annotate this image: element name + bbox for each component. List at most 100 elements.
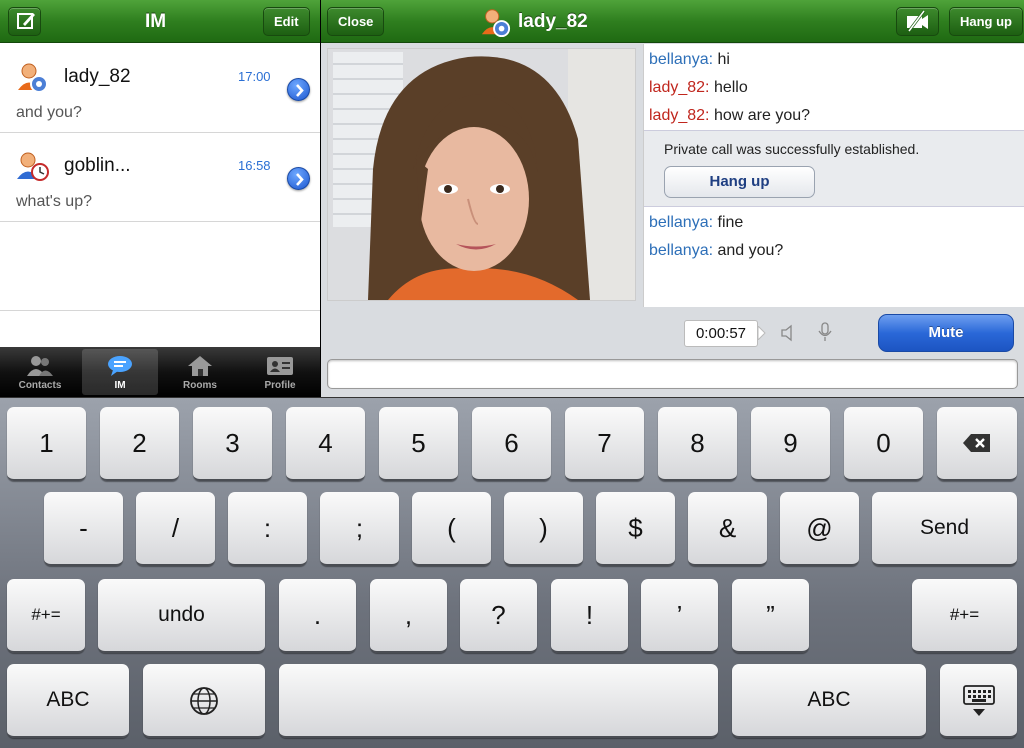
- chat-username: lady_82:: [649, 107, 710, 124]
- key-2[interactable]: 2: [100, 407, 179, 481]
- undo-key[interactable]: undo: [98, 579, 265, 653]
- disclosure-chevron-icon[interactable]: [287, 167, 310, 190]
- message-input[interactable]: [327, 359, 1018, 389]
- disclosure-chevron-icon[interactable]: [287, 78, 310, 101]
- key-3[interactable]: 3: [193, 407, 272, 481]
- contacts-icon: [27, 356, 53, 376]
- conversation-preview: what's up?: [16, 193, 92, 210]
- compose-icon: [17, 13, 35, 29]
- chat-message: bellanya: fine: [649, 214, 743, 232]
- key-colon[interactable]: :: [228, 492, 307, 566]
- call-notice-text: Private call was successfully establishe…: [664, 141, 920, 157]
- key-close-paren[interactable]: ): [504, 492, 583, 566]
- tab-contacts[interactable]: Contacts: [2, 349, 78, 395]
- space-key[interactable]: [279, 664, 718, 738]
- left-nav-title: IM: [145, 11, 167, 32]
- close-button[interactable]: Close: [327, 7, 385, 36]
- tab-label: Contacts: [18, 380, 62, 391]
- speaker-icon[interactable]: [779, 323, 797, 343]
- key-0[interactable]: 0: [844, 407, 923, 481]
- chat-text: and you?: [713, 242, 784, 259]
- conversation-item[interactable]: lady_82 17:00 and you?: [0, 44, 320, 133]
- chat-title: lady_82: [518, 11, 588, 32]
- right-nav-bar: Close lady_82 Hang up: [321, 0, 1024, 43]
- key-ampersand[interactable]: &: [688, 492, 767, 566]
- more-symbols-key[interactable]: #+=: [7, 579, 85, 653]
- key-dollar[interactable]: $: [596, 492, 675, 566]
- key-slash[interactable]: /: [136, 492, 215, 566]
- left-nav-bar: IM Edit: [0, 0, 320, 43]
- key-semicolon[interactable]: ;: [320, 492, 399, 566]
- chat-username: bellanya:: [649, 242, 714, 259]
- key-8[interactable]: 8: [658, 407, 737, 481]
- tab-profile[interactable]: Profile: [242, 349, 318, 395]
- key-at[interactable]: @: [780, 492, 859, 566]
- tab-label: Profile: [264, 380, 296, 391]
- chat-message: lady_82: hello: [649, 79, 748, 97]
- send-key[interactable]: Send: [872, 492, 1017, 566]
- key-period[interactable]: .: [279, 579, 356, 653]
- chat-text: how are you?: [709, 107, 811, 124]
- tab-bar: Contacts IM Rooms Profile: [0, 347, 320, 397]
- on-screen-keyboard: 1 2 3 4 5 6 7 8 9 0 - / : ; ( ) $ & @ Se…: [0, 397, 1024, 748]
- key-exclamation[interactable]: !: [551, 579, 628, 653]
- compose-button[interactable]: [8, 7, 41, 36]
- edit-button[interactable]: Edit: [263, 7, 310, 36]
- conversation-preview: and you?: [16, 104, 82, 121]
- house-icon: [188, 356, 212, 376]
- timer-pointer-icon: [758, 326, 766, 340]
- mute-button[interactable]: Mute: [878, 314, 1014, 352]
- globe-key[interactable]: [143, 664, 265, 738]
- conversation-item[interactable]: goblin... 16:58 what's up?: [0, 133, 320, 222]
- user-clock-icon: [17, 152, 49, 181]
- key-7[interactable]: 7: [565, 407, 644, 481]
- hang-up-nav-button[interactable]: Hang up: [949, 7, 1023, 36]
- key-hyphen[interactable]: -: [44, 492, 123, 566]
- key-5[interactable]: 5: [379, 407, 458, 481]
- hide-keyboard-icon: [962, 685, 995, 716]
- abc-key[interactable]: ABC: [732, 664, 926, 738]
- chat-transcript: bellanya: hi lady_82: hello lady_82: how…: [643, 44, 1024, 307]
- video-off-button[interactable]: [896, 7, 939, 36]
- user-chat-icon: [481, 9, 511, 38]
- chat-username: lady_82:: [649, 79, 710, 96]
- hang-up-button[interactable]: Hang up: [664, 166, 815, 198]
- chat-text: fine: [713, 214, 744, 231]
- chat-message: bellanya: hi: [649, 51, 730, 69]
- conversation-name: goblin...: [64, 155, 131, 176]
- key-question[interactable]: ?: [460, 579, 537, 653]
- key-quote[interactable]: ”: [732, 579, 809, 653]
- conversation-time: 17:00: [238, 69, 271, 84]
- more-symbols-key[interactable]: #+=: [912, 579, 1017, 653]
- conversation-name: lady_82: [64, 66, 131, 87]
- tab-label: Rooms: [183, 380, 217, 391]
- chat-text: hi: [713, 51, 730, 68]
- chat-message: bellanya: and you?: [649, 242, 783, 260]
- key-apostrophe[interactable]: ’: [641, 579, 718, 653]
- user-chat-icon: [18, 63, 48, 93]
- tab-im[interactable]: IM: [82, 349, 158, 395]
- conversation-time: 16:58: [238, 158, 271, 173]
- video-camera-off-icon: [907, 10, 928, 32]
- key-6[interactable]: 6: [472, 407, 551, 481]
- chat-username: bellanya:: [649, 51, 714, 68]
- im-bubble-icon: [108, 356, 132, 376]
- backspace-icon: [963, 434, 990, 452]
- conversation-list-pane: IM Edit lady_82 17:00 and you? goblin...…: [0, 0, 320, 397]
- key-1[interactable]: 1: [7, 407, 86, 481]
- abc-key[interactable]: ABC: [7, 664, 129, 738]
- profile-card-icon: [267, 357, 293, 375]
- tab-rooms[interactable]: Rooms: [162, 349, 238, 395]
- microphone-icon[interactable]: [816, 321, 834, 343]
- globe-icon: [190, 687, 218, 715]
- key-comma[interactable]: ,: [370, 579, 447, 653]
- backspace-key[interactable]: [937, 407, 1017, 481]
- key-9[interactable]: 9: [751, 407, 830, 481]
- chat-message: lady_82: how are you?: [649, 107, 810, 125]
- video-feed: [327, 48, 636, 301]
- hide-keyboard-key[interactable]: [940, 664, 1017, 738]
- app-window: IM Edit lady_82 17:00 and you? goblin...…: [0, 0, 1024, 397]
- key-open-paren[interactable]: (: [412, 492, 491, 566]
- call-timer: 0:00:57: [684, 320, 758, 347]
- key-4[interactable]: 4: [286, 407, 365, 481]
